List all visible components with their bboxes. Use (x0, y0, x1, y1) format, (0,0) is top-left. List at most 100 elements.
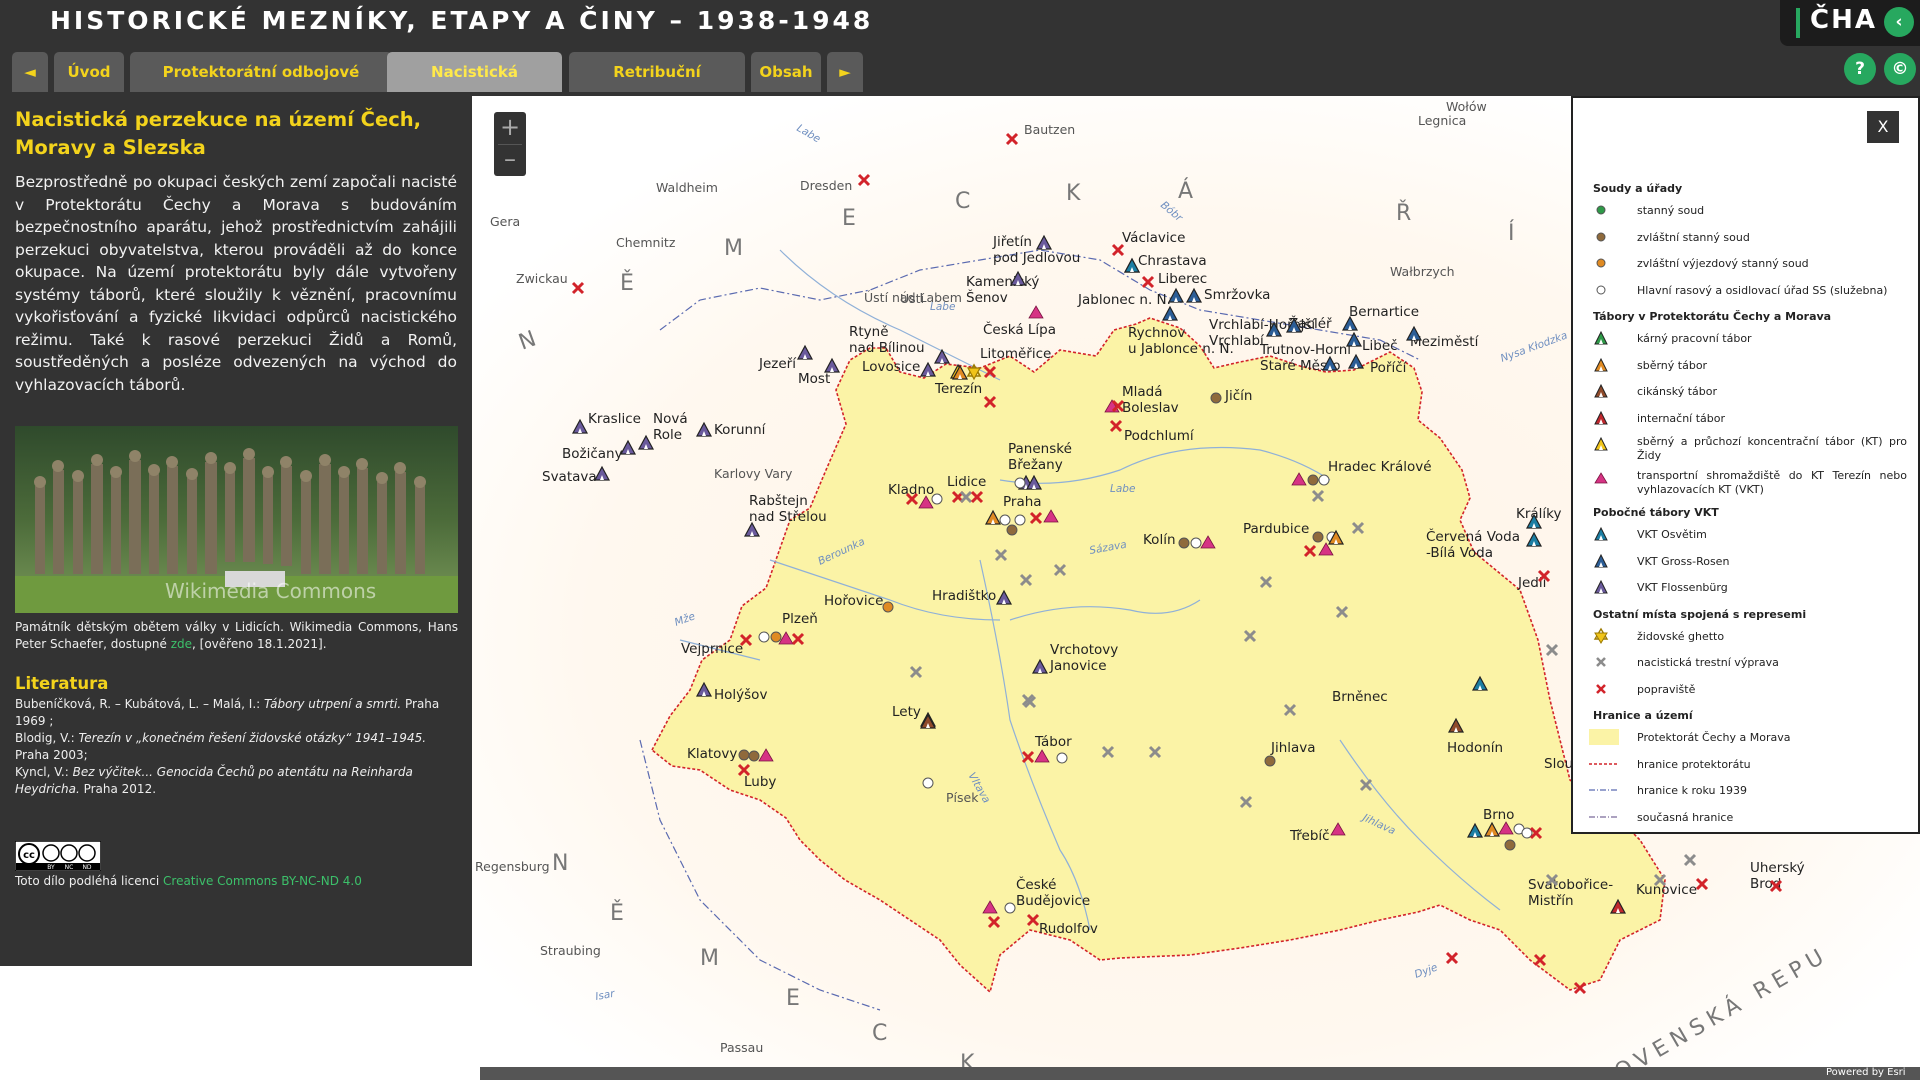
place-label: Role (653, 427, 682, 443)
place-label: Rtyně (849, 324, 889, 340)
tab-prev-arrow[interactable]: ◄ (12, 52, 48, 92)
place-label: Brněnec (1332, 689, 1388, 705)
legend-section-heading: Hranice a území (1593, 709, 1693, 722)
legend-item-label: Protektorát Čechy a Morava (1637, 731, 1791, 744)
outside-place-label: Dresden (800, 178, 852, 193)
legend-symbol (1589, 762, 1619, 765)
region-letter: Í (1508, 220, 1515, 246)
ruso-symbol (1014, 477, 1026, 489)
legend-symbol (1589, 729, 1619, 745)
tab-obsah[interactable]: Obsah (751, 52, 821, 92)
place-label: Vejprnice (681, 641, 743, 657)
legend-symbol (1594, 357, 1608, 371)
cc-nd-label: ND (82, 864, 91, 871)
place-label: Meziměstí (1410, 334, 1480, 350)
legend-section-heading: Ostatní místa spojená s represemi (1593, 607, 1807, 621)
region-letter: Ě (620, 270, 634, 296)
place-label: Červená Voda (1426, 527, 1520, 545)
outside-place-label: Legnica (1418, 113, 1466, 128)
literature-list: Bubeníčková, R. – Kubátová, L. – Malá, I… (15, 696, 458, 798)
legend-symbol (1594, 553, 1608, 567)
legend-item-label: transportní shromaždiště do KT Terezín n… (1637, 469, 1907, 496)
outside-place-label: Zwickau (516, 271, 568, 286)
place-label: Jičín (1224, 388, 1252, 404)
legend-item-label: hranice protektorátu (1637, 757, 1751, 771)
logo-accent-bar (1796, 8, 1800, 38)
place-label: Hořovice (824, 593, 883, 609)
place-label: Plzeň (782, 611, 818, 627)
place-label: Svatava (542, 469, 597, 485)
place-label: České (1016, 875, 1056, 893)
place-label: Šenov (966, 288, 1008, 306)
tab-retribuce[interactable]: Retribuční soudnictví (569, 52, 745, 121)
place-label: Česká Lípa (983, 320, 1056, 338)
place-label: Terezín (934, 381, 982, 397)
logo-panel: ČHA ‹ (1780, 0, 1920, 46)
legend-close-button[interactable]: X (1867, 111, 1899, 143)
place-label: Podchlumí (1124, 428, 1195, 444)
legend-symbol (1596, 205, 1606, 215)
photo-watermark: Wikimedia Commons (165, 579, 376, 603)
literature-title: Tábory utrpení a smrti. (264, 697, 402, 711)
logo: ČHA (1810, 5, 1877, 35)
outside-place-label: Ústí (900, 291, 925, 306)
zss-symbol (748, 750, 760, 762)
place-label: Brno (1483, 807, 1514, 823)
region-letter: K (1066, 181, 1081, 206)
legend-item-label: hranice k roku 1939 (1637, 784, 1747, 797)
legend-symbol (1594, 330, 1608, 345)
literature-pub: Praha 2003; (15, 748, 88, 762)
place-label: Jablonec n. N. (1077, 292, 1171, 308)
caption-link[interactable]: zde (171, 637, 192, 651)
panel-body-text: Bezprostředně po okupaci českých zemí za… (15, 173, 457, 394)
license-link[interactable]: Creative Commons BY-NC-ND 4.0 (163, 874, 362, 888)
place-label: pod Jedlovou (993, 250, 1080, 266)
zss-symbol (738, 749, 750, 761)
legend-section-heading: Tábory v Protektorátu Čechy a Morava (1593, 310, 1832, 323)
ruso-symbol (1056, 752, 1068, 764)
place-label: Luby (744, 774, 776, 790)
help-button[interactable]: ? (1844, 53, 1876, 85)
region-letter: E (786, 986, 800, 1011)
legend-item-label: VKT Osvětim (1637, 528, 1707, 541)
place-label: Králíky (1516, 506, 1562, 522)
zss-symbol (1504, 839, 1516, 851)
legend-symbol (1589, 789, 1619, 791)
zoom-in-button[interactable]: + (494, 112, 526, 144)
place-label: Tábor (1034, 734, 1072, 750)
svg-text:cc: cc (23, 850, 35, 861)
place-label: Most (798, 371, 830, 387)
legend-item-label: zvláštní stanný soud (1637, 230, 1750, 244)
zoom-out-button[interactable]: – (494, 144, 526, 176)
place-label: Kolín (1143, 532, 1176, 548)
zss-symbol (1006, 524, 1018, 536)
legend-item-label: internační tábor (1637, 411, 1726, 425)
chevron-left-icon[interactable]: ‹ (1884, 7, 1914, 37)
tab-next-arrow[interactable]: ► (827, 52, 863, 92)
place-label: Panenské (1008, 441, 1072, 457)
ruso-symbol (1004, 902, 1016, 914)
caption-suffix: , [ověřeno 18.1.2021]. (192, 637, 327, 651)
place-label: Hradištko (932, 588, 996, 604)
legend-symbol (1594, 436, 1608, 451)
legend-symbol (1596, 258, 1606, 268)
place-label: Svatobořice- (1528, 877, 1613, 893)
place-label: Vrchlabí (1209, 333, 1265, 349)
legend-symbol (1596, 683, 1606, 694)
legend-item-label: současná hranice (1637, 810, 1734, 824)
photo-caption: Památník dětským obětem války v Lidicích… (15, 619, 458, 653)
side-panel: Nacistická perzekuce na území Čech, Mora… (0, 96, 472, 966)
cc-license-badge[interactable]: cc BY NC ND (15, 841, 101, 871)
literature-author: Kyncl, V.: (15, 765, 73, 779)
place-label: Kunovice (1636, 882, 1697, 898)
tab-odboj[interactable]: Protektorátní odbojové struktury (130, 52, 392, 121)
tab-uvod[interactable]: Úvod (54, 52, 124, 92)
legend-symbol (1594, 526, 1608, 541)
copyright-button[interactable]: © (1884, 53, 1916, 85)
tab-perzekuce[interactable]: Nacistická perzekuce (387, 52, 562, 121)
outside-place-label: Chemnitz (616, 235, 676, 250)
cc-by-label: BY (47, 864, 55, 871)
place-label: Holýšov (714, 687, 767, 703)
zss-symbol (1312, 531, 1324, 543)
zss-symbol (1210, 392, 1222, 404)
